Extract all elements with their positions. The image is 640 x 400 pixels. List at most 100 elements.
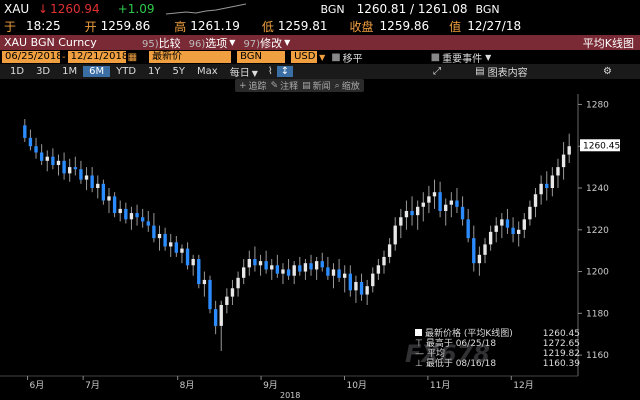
period-tab-1d[interactable]: 1D: [4, 66, 30, 77]
chevron-down-icon[interactable]: ▼: [319, 53, 325, 62]
candle-body: [314, 261, 319, 270]
compare-button[interactable]: 95)比较: [142, 35, 181, 51]
legend-row-last: 最新价格 (平均K线图) 1260.45: [415, 329, 580, 339]
candle-body: [427, 196, 431, 203]
candle-body: [180, 248, 184, 253]
period-tab-1y[interactable]: 1Y: [142, 66, 166, 77]
candle-body: [567, 146, 571, 155]
candle-body: [387, 244, 392, 257]
bid-ask: 1260.81 / 1261.08: [356, 2, 468, 16]
source-2: BGN: [475, 2, 500, 16]
candle-body: [348, 273, 352, 291]
candle-body: [432, 192, 437, 197]
plus-icon[interactable]: +: [239, 81, 247, 91]
candle-body: [39, 152, 44, 161]
security-name[interactable]: XAU BGN Curncy: [4, 36, 142, 49]
candle-body: [28, 137, 33, 147]
options-button[interactable]: 96)选项: [189, 35, 228, 51]
events-checkbox[interactable]: ■: [431, 52, 440, 63]
source-field[interactable]: BGN: [237, 51, 286, 63]
gear-icon[interactable]: ⚙: [603, 66, 612, 77]
move-checkbox[interactable]: ■: [331, 52, 340, 63]
candle-body: [213, 309, 218, 326]
chevron-down-icon[interactable]: ▼: [485, 53, 491, 62]
candle-body: [337, 269, 341, 278]
chevron-down-icon[interactable]: ▼: [229, 38, 235, 47]
table-icon[interactable]: ▤: [475, 66, 484, 77]
candle-body: [84, 175, 89, 180]
chevron-down-icon[interactable]: ▼: [284, 38, 290, 47]
period-tab-3d[interactable]: 3D: [30, 66, 56, 77]
candle-body: [421, 202, 425, 207]
action-track[interactable]: 追踪: [249, 79, 267, 92]
period-tab-max[interactable]: Max: [191, 66, 224, 77]
legend-swatch: [415, 329, 422, 336]
options-label: 选项: [205, 36, 228, 50]
candle-body: [140, 217, 145, 222]
period-tab-ytd[interactable]: YTD: [110, 66, 142, 77]
year-label: 2018: [280, 391, 300, 400]
chart-icon[interactable]: ↕: [276, 66, 294, 77]
candle-body: [45, 156, 49, 161]
candle-body: [449, 200, 454, 205]
action-annotate[interactable]: 注释: [280, 79, 298, 92]
candle-body: [500, 219, 504, 226]
chart-content-label[interactable]: 图表内容: [488, 64, 528, 79]
candle-body: [185, 248, 190, 266]
line-chart-icon[interactable]: ⌇: [268, 66, 273, 77]
candle-body: [230, 288, 235, 297]
candle-body: [163, 233, 167, 247]
action-news[interactable]: 新闻: [313, 79, 331, 92]
candle-body: [488, 231, 493, 245]
candle-body: [505, 219, 510, 228]
candle-body: [444, 204, 448, 211]
candle-body: [191, 259, 195, 266]
candle-body: [174, 242, 179, 253]
frequency-select[interactable]: 每日 ▼: [230, 64, 258, 79]
candle-body: [298, 265, 302, 272]
x-tick-label: 6月: [30, 380, 45, 391]
low-value: 1259.81: [277, 19, 328, 33]
candle-body: [292, 265, 296, 276]
candle-body: [477, 254, 482, 264]
candle-body: [197, 259, 201, 285]
y-tick-label: 1160: [586, 351, 609, 361]
edit-button[interactable]: 97)修改: [243, 35, 282, 51]
currency-field[interactable]: USD: [291, 51, 318, 63]
quote-header: XAU ↓ 1260.94 +1.09 BGN 1260.81 / 1261.0…: [0, 0, 640, 18]
candle-body: [124, 208, 128, 220]
series-field[interactable]: 最新价: [149, 51, 232, 63]
candle-body: [247, 259, 251, 268]
period-tabs: 1D 3D 1M 6M YTD 1Y 5Y Max: [4, 66, 224, 77]
candle-body: [528, 206, 532, 220]
candle-body: [472, 238, 476, 264]
x-tick-label: 12月: [513, 380, 533, 391]
candle-body: [393, 225, 397, 245]
time-label: 于: [4, 19, 17, 34]
zoom-icon[interactable]: ⌕: [335, 81, 340, 91]
candle-body: [286, 269, 291, 276]
date-from-field[interactable]: 06/25/2018: [2, 51, 63, 63]
candle-body: [455, 200, 459, 207]
legend-value-avg: 1219.82: [542, 349, 580, 359]
action-zoom[interactable]: 缩放: [342, 79, 360, 92]
expand-icon[interactable]: ⤢: [433, 66, 441, 77]
period-tab-5y[interactable]: 5Y: [167, 66, 191, 77]
compare-label: 比较: [158, 36, 181, 50]
date-to-field[interactable]: 12/21/2018: [67, 51, 128, 63]
candle-body: [354, 282, 358, 291]
high-value: 1261.19: [190, 19, 240, 33]
legend-label-last: 最新价格 (平均K线图): [415, 329, 513, 339]
calendar-icon[interactable]: ▦: [128, 52, 137, 63]
frequency-label: 每日: [229, 68, 250, 79]
news-icon[interactable]: ▤: [302, 81, 311, 91]
candle-body: [56, 160, 61, 166]
edit-label: 修改: [260, 36, 283, 50]
candle-body: [275, 265, 280, 274]
pencil-icon[interactable]: ✎: [271, 81, 279, 91]
x-tick-label: 10月: [346, 380, 366, 391]
value-label: 值: [449, 19, 462, 34]
period-tab-1m[interactable]: 1M: [56, 66, 83, 77]
candle-body: [539, 183, 543, 195]
period-tab-6m[interactable]: 6M: [83, 66, 111, 77]
